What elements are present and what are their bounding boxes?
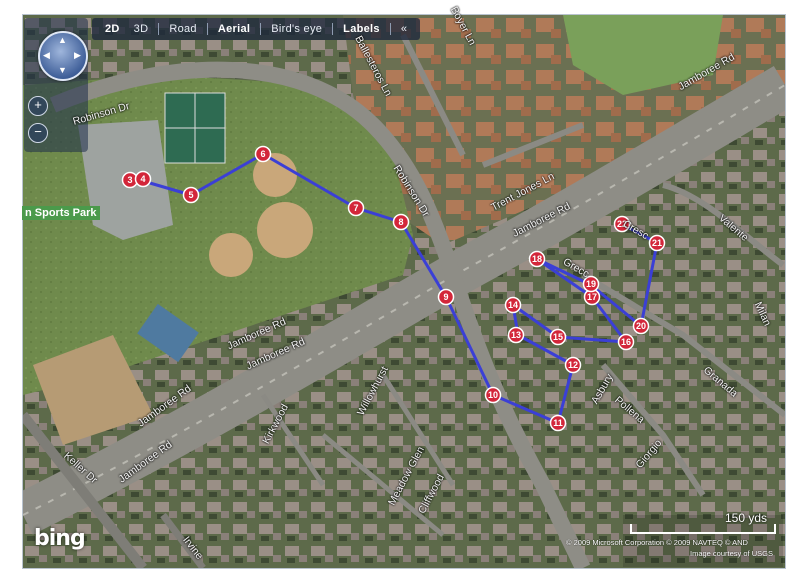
route-waypoint-9[interactable]: 9 (437, 288, 455, 306)
route-waypoint-10[interactable]: 10 (484, 386, 502, 404)
route-waypoint-13[interactable]: 13 (507, 326, 525, 344)
waypoint-label: 12 (568, 360, 578, 370)
waypoint-label: 10 (488, 390, 498, 400)
route-waypoint-6[interactable]: 6 (254, 145, 272, 163)
compass-control[interactable]: ▲ ▼ ◀ ▶ (38, 31, 88, 81)
route-waypoint-11[interactable]: 11 (549, 414, 567, 432)
toolbar-divider (260, 23, 262, 35)
waypoint-label: 8 (398, 217, 403, 227)
waypoint-label: 5 (188, 190, 193, 200)
copyright-text: © 2009 Microsoft Corporation © 2009 NAVT… (566, 538, 748, 547)
waypoint-label: 14 (508, 300, 518, 310)
route-waypoint-4[interactable]: 4 (134, 170, 152, 188)
waypoint-label: 4 (140, 174, 145, 184)
waypoint-label: 20 (636, 321, 646, 331)
bing-logo: bing (34, 526, 86, 551)
waypoint-label: 9 (443, 292, 448, 302)
poi-label-sports-park: n Sports Park (22, 206, 100, 220)
route-waypoint-14[interactable]: 14 (504, 296, 522, 314)
waypoint-label: 19 (586, 279, 596, 289)
tab-2d[interactable]: 2D (98, 18, 127, 40)
image-courtesy-text: Image courtesy of USGS (690, 549, 773, 558)
waypoint-label: 17 (587, 292, 597, 302)
route-waypoint-16[interactable]: 16 (617, 333, 635, 351)
pan-up-icon[interactable]: ▲ (58, 36, 67, 45)
waypoint-label: 15 (553, 332, 563, 342)
waypoint-label: 18 (532, 254, 542, 264)
tab-road[interactable]: Road (162, 18, 204, 40)
pan-right-icon[interactable]: ▶ (74, 51, 81, 60)
route-waypoint-12[interactable]: 12 (564, 356, 582, 374)
route-waypoint-8[interactable]: 8 (392, 213, 410, 231)
map-frame: 3 4 5 6 7 8 9 10 11 12 13 14 15 16 17 18 19 20 21 22 ▲ ▼ ◀ … (0, 0, 801, 577)
scale-bar (630, 524, 776, 534)
toolbar-divider (158, 23, 160, 35)
waypoint-label: 13 (511, 330, 521, 340)
toolbar-divider (206, 23, 208, 35)
toolbar-divider (332, 23, 334, 35)
waypoint-label: 16 (621, 337, 631, 347)
route-waypoint-5[interactable]: 5 (182, 186, 200, 204)
scale-label: 150 yds (725, 511, 768, 525)
zoom-in-button[interactable]: + (28, 96, 48, 116)
tab-birds-eye[interactable]: Bird's eye (264, 18, 329, 40)
route-waypoint-7[interactable]: 7 (347, 199, 365, 217)
route-waypoint-15[interactable]: 15 (549, 328, 567, 346)
tab-aerial[interactable]: Aerial (211, 18, 257, 40)
map-view-toolbar: 2D 3D Road Aerial Bird's eye Labels « (92, 18, 421, 40)
waypoint-label: 6 (260, 149, 265, 159)
tab-3d[interactable]: 3D (127, 18, 156, 40)
collapse-toolbar-icon[interactable]: « (394, 18, 414, 40)
waypoint-label: 11 (553, 418, 563, 428)
route-waypoint-18[interactable]: 18 (528, 250, 546, 268)
zoom-out-button[interactable]: − (28, 123, 48, 143)
toolbar-divider (389, 23, 391, 35)
route-waypoint-21[interactable]: 21 (648, 234, 666, 252)
waypoint-label: 7 (353, 203, 358, 213)
waypoint-label: 21 (652, 238, 662, 248)
waypoint-label: 3 (127, 175, 132, 185)
route-waypoint-20[interactable]: 20 (632, 317, 650, 335)
pan-down-icon[interactable]: ▼ (58, 66, 67, 75)
pan-left-icon[interactable]: ◀ (43, 51, 50, 60)
